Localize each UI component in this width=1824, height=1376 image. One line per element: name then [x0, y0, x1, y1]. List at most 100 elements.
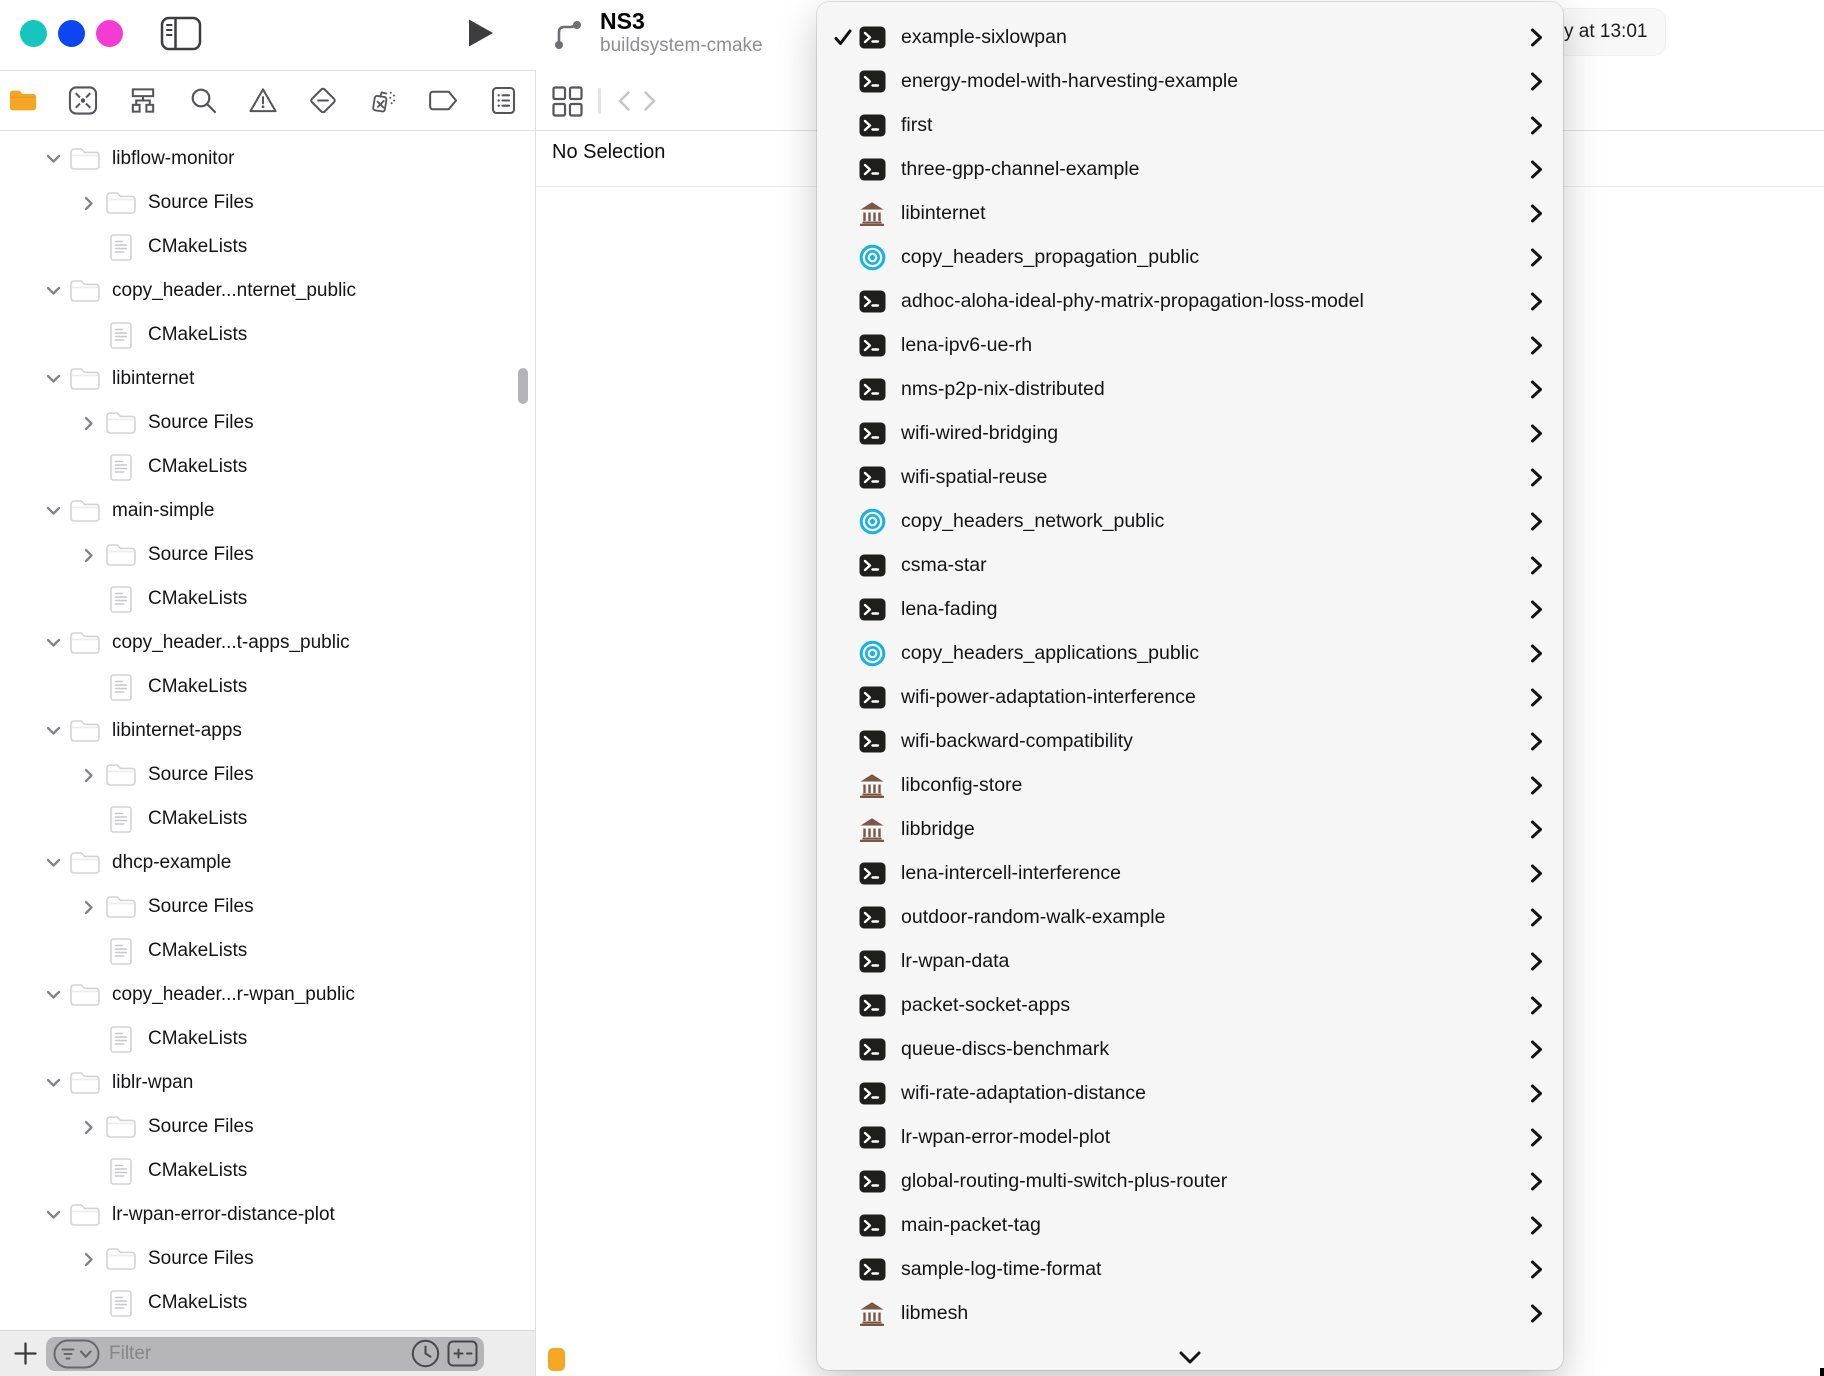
go-forward-button[interactable]	[637, 86, 663, 116]
menu-item-copy_headers_network_public[interactable]: copy_headers_network_public	[817, 499, 1563, 543]
reports-navigator-icon[interactable]	[488, 70, 518, 130]
outline-folder-row[interactable]: dhcp-example	[0, 841, 528, 885]
menu-item-libbridge[interactable]: libbridge	[817, 807, 1563, 851]
menu-item-lena-intercell-interference[interactable]: lena-intercell-interference	[817, 851, 1563, 895]
add-button[interactable]	[8, 1334, 42, 1374]
outline-file-row[interactable]: CMakeLists	[0, 1281, 528, 1325]
activity-viewer[interactable]: y at 13:01	[1556, 9, 1665, 55]
menu-item-lena-fading[interactable]: lena-fading	[817, 587, 1563, 631]
outline-folder-row[interactable]: copy_header...t-apps_public	[0, 621, 528, 665]
outline-folder-row[interactable]: Source Files	[0, 533, 528, 577]
outline-folder-row[interactable]: Source Files	[0, 181, 528, 225]
outline-file-row[interactable]: CMakeLists	[0, 797, 528, 841]
breakpoints-navigator-icon[interactable]	[428, 70, 458, 130]
outline-folder-row[interactable]: copy_header...r-wpan_public	[0, 973, 528, 1017]
issues-navigator-icon[interactable]	[248, 70, 278, 130]
outline-file-row[interactable]: CMakeLists	[0, 313, 528, 357]
tests-navigator-icon[interactable]	[308, 70, 338, 130]
outline-folder-row[interactable]: lr-wpan-error-distance-plot	[0, 1193, 528, 1237]
filter-input[interactable]: Filter	[46, 1337, 484, 1371]
outline-file-row[interactable]: CMakeLists	[0, 445, 528, 489]
menu-item-lr-wpan-error-model-plot[interactable]: lr-wpan-error-model-plot	[817, 1115, 1563, 1159]
menu-item-libmesh[interactable]: libmesh	[817, 1291, 1563, 1335]
menu-item-adhoc-aloha-ideal-phy-matrix-propagation-loss-model[interactable]: adhoc-aloha-ideal-phy-matrix-propagation…	[817, 279, 1563, 323]
filter-options-icon[interactable]	[53, 1339, 100, 1369]
disclosure-right-icon[interactable]	[80, 900, 98, 915]
menu-item-first[interactable]: first	[817, 103, 1563, 147]
menu-item-main-packet-tag[interactable]: main-packet-tag	[817, 1203, 1563, 1247]
outline-file-row[interactable]: CMakeLists	[0, 577, 528, 621]
menu-item-wifi-backward-compatibility[interactable]: wifi-backward-compatibility	[817, 719, 1563, 763]
outline-file-row[interactable]: CMakeLists	[0, 929, 528, 973]
menu-item-nms-p2p-nix-distributed[interactable]: nms-p2p-nix-distributed	[817, 367, 1563, 411]
outline-folder-row[interactable]: Source Files	[0, 401, 528, 445]
menu-item-csma-star[interactable]: csma-star	[817, 543, 1563, 587]
outline-file-row[interactable]: CMakeLists	[0, 665, 528, 709]
disclosure-right-icon[interactable]	[80, 768, 98, 783]
scheme-title[interactable]: NS3	[600, 8, 763, 34]
find-navigator-icon[interactable]	[188, 70, 218, 130]
debug-navigator-icon[interactable]	[368, 70, 398, 130]
recent-filter-icon[interactable]	[410, 1338, 441, 1369]
disclosure-down-icon[interactable]	[44, 374, 62, 384]
toggle-sidebar-button[interactable]	[160, 16, 202, 52]
menu-item-outdoor-random-walk-example[interactable]: outdoor-random-walk-example	[817, 895, 1563, 939]
disclosure-right-icon[interactable]	[80, 196, 98, 211]
run-button[interactable]	[464, 15, 498, 51]
outline-file-row[interactable]: CMakeLists	[0, 1149, 528, 1193]
menu-item-sample-log-time-format[interactable]: sample-log-time-format	[817, 1247, 1563, 1291]
related-items-icon[interactable]	[550, 84, 584, 118]
menu-item-lena-ipv6-ue-rh[interactable]: lena-ipv6-ue-rh	[817, 323, 1563, 367]
disclosure-down-icon[interactable]	[44, 1078, 62, 1088]
menu-item-lr-wpan-data[interactable]: lr-wpan-data	[817, 939, 1563, 983]
outline-folder-row[interactable]: libinternet-apps	[0, 709, 528, 753]
close-window-button[interactable]	[20, 20, 47, 47]
outline-folder-row[interactable]: Source Files	[0, 885, 528, 929]
outline-folder-row[interactable]: Source Files	[0, 753, 528, 797]
project-navigator-icon[interactable]	[8, 70, 38, 130]
menu-item-wifi-spatial-reuse[interactable]: wifi-spatial-reuse	[817, 455, 1563, 499]
menu-item-global-routing-multi-switch-plus-router[interactable]: global-routing-multi-switch-plus-router	[817, 1159, 1563, 1203]
menu-item-libinternet[interactable]: libinternet	[817, 191, 1563, 235]
disclosure-down-icon[interactable]	[44, 726, 62, 736]
outline-file-row[interactable]: CMakeLists	[0, 1017, 528, 1061]
menu-item-copy_headers_applications_public[interactable]: copy_headers_applications_public	[817, 631, 1563, 675]
outline-folder-row[interactable]: main-simple	[0, 489, 528, 533]
outline-file-row[interactable]: CMakeLists	[0, 225, 528, 269]
scheme-header[interactable]: NS3 buildsystem-cmake	[552, 8, 763, 58]
disclosure-right-icon[interactable]	[80, 548, 98, 563]
menu-item-example-sixlowpan[interactable]: example-sixlowpan	[817, 15, 1563, 59]
outline-folder-row[interactable]: libflow-monitor	[0, 137, 528, 181]
sidebar-editor-divider[interactable]	[535, 70, 536, 1376]
menu-item-wifi-wired-bridging[interactable]: wifi-wired-bridging	[817, 411, 1563, 455]
menu-item-three-gpp-channel-example[interactable]: three-gpp-channel-example	[817, 147, 1563, 191]
source-control-navigator-icon[interactable]	[68, 70, 98, 130]
menu-item-wifi-power-adaptation-interference[interactable]: wifi-power-adaptation-interference	[817, 675, 1563, 719]
disclosure-right-icon[interactable]	[80, 416, 98, 431]
go-back-button[interactable]	[611, 86, 637, 116]
show-only-files-with-flags-icon[interactable]	[447, 1340, 478, 1367]
disclosure-right-icon[interactable]	[80, 1120, 98, 1135]
disclosure-down-icon[interactable]	[44, 858, 62, 868]
menu-item-energy-model-with-harvesting-example[interactable]: energy-model-with-harvesting-example	[817, 59, 1563, 103]
symbols-navigator-icon[interactable]	[128, 70, 158, 130]
menu-item-queue-discs-benchmark[interactable]: queue-discs-benchmark	[817, 1027, 1563, 1071]
disclosure-right-icon[interactable]	[80, 1252, 98, 1267]
disclosure-down-icon[interactable]	[44, 506, 62, 516]
disclosure-down-icon[interactable]	[44, 1210, 62, 1220]
minimize-window-button[interactable]	[58, 20, 85, 47]
menu-scroll-down-icon[interactable]	[817, 1351, 1563, 1364]
menu-item-libconfig-store[interactable]: libconfig-store	[817, 763, 1563, 807]
outline-folder-row[interactable]: Source Files	[0, 1237, 528, 1281]
editor-bottom-folder-icon[interactable]	[548, 1348, 565, 1371]
outline-folder-row[interactable]: copy_header...nternet_public	[0, 269, 528, 313]
outline-folder-row[interactable]: liblr-wpan	[0, 1061, 528, 1105]
menu-item-packet-socket-apps[interactable]: packet-socket-apps	[817, 983, 1563, 1027]
outline-folder-row[interactable]: Source Files	[0, 1105, 528, 1149]
disclosure-down-icon[interactable]	[44, 286, 62, 296]
outline-folder-row[interactable]: libinternet	[0, 357, 528, 401]
disclosure-down-icon[interactable]	[44, 638, 62, 648]
menu-item-wifi-rate-adaptation-distance[interactable]: wifi-rate-adaptation-distance	[817, 1071, 1563, 1115]
sidebar-scrollbar-thumb[interactable]	[518, 368, 528, 404]
zoom-window-button[interactable]	[96, 20, 123, 47]
